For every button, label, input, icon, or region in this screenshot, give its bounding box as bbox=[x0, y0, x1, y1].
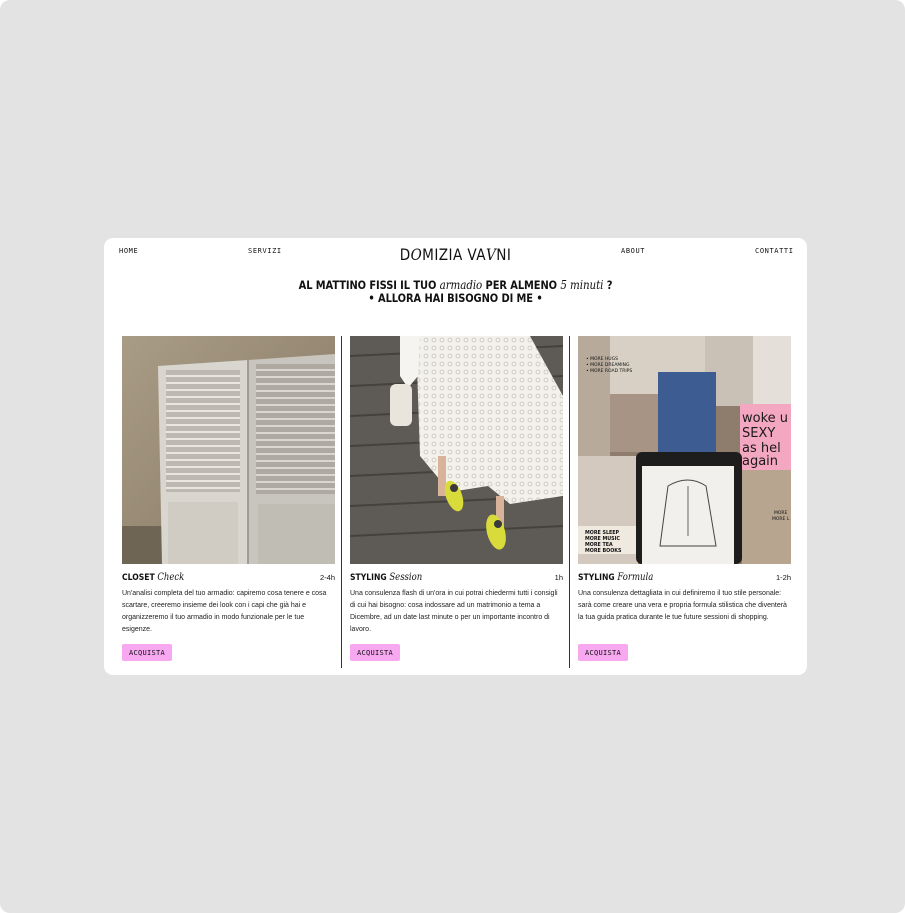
collage-photo: • MORE HUGS • MORE DREAMING • MORE ROAD … bbox=[578, 336, 791, 564]
collage-list-music: MORE MUSIC bbox=[585, 536, 620, 542]
card-description: Un'analisi completa del tuo armadio: cap… bbox=[122, 590, 327, 633]
closet-shutter-image bbox=[122, 336, 335, 564]
collage-side-label-1: MORE bbox=[774, 510, 788, 516]
headline-line-2: • ALLORA HAI BISOGNO DI ME • bbox=[368, 291, 543, 305]
headline-text-e: ? bbox=[603, 278, 613, 292]
logo-text-5: NI bbox=[496, 245, 512, 264]
duration-label: 1-2h bbox=[775, 573, 791, 582]
collage-list-books: MORE BOOKS bbox=[585, 548, 622, 554]
page-background: HOME SERVIZI ABOUT CONTATTI DOMIZIA VAVN… bbox=[0, 0, 905, 913]
headline-text-a: AL MATTINO FISSI IL TUO bbox=[298, 278, 440, 292]
headline-text-c: PER ALMENO bbox=[482, 278, 561, 292]
logo-text-4: V bbox=[486, 245, 497, 264]
page-headline: AL MATTINO FISSI IL TUO armadio PER ALME… bbox=[104, 279, 807, 305]
collage-label-hugs: • MORE HUGS bbox=[586, 356, 618, 362]
column-divider bbox=[569, 336, 570, 668]
nav-contacts-link[interactable]: CONTATTI bbox=[755, 247, 794, 255]
headline-script-minuti: 5 minuti bbox=[560, 278, 604, 292]
website-preview-card: HOME SERVIZI ABOUT CONTATTI DOMIZIA VAVN… bbox=[104, 238, 807, 675]
card-description: Una consulenza dettagliata in cui defini… bbox=[578, 590, 787, 621]
lace-dress-image bbox=[350, 336, 563, 564]
buy-button[interactable]: ACQUISTA bbox=[578, 644, 628, 661]
column-divider bbox=[341, 336, 342, 668]
card-title-bold: STYLING bbox=[350, 573, 390, 583]
duration-label: 2-4h bbox=[319, 573, 335, 582]
card-title-row: STYLING Session 1h bbox=[350, 572, 563, 584]
collage-poster-line-4: again bbox=[742, 454, 778, 469]
card-title-script: Session bbox=[389, 572, 423, 583]
closet-photo bbox=[122, 336, 335, 564]
card-title-script: Check bbox=[157, 572, 185, 583]
card-title: STYLING Formula bbox=[578, 572, 653, 583]
collage-list-sleep: MORE SLEEP bbox=[585, 530, 620, 536]
collage-poster-line-2: SEXY bbox=[742, 426, 775, 441]
collage-list-tea: MORE TEA bbox=[585, 542, 613, 548]
moodboard-collage-image: • MORE HUGS • MORE DREAMING • MORE ROAD … bbox=[578, 336, 791, 564]
buy-button[interactable]: ACQUISTA bbox=[122, 644, 172, 661]
card-title-bold: STYLING bbox=[578, 573, 618, 583]
nav-home-link[interactable]: HOME bbox=[119, 247, 138, 255]
buy-button[interactable]: ACQUISTA bbox=[350, 644, 400, 661]
logo-text-2: O bbox=[410, 245, 423, 264]
collage-label-road-trips: • MORE ROAD TRIPS bbox=[586, 368, 632, 374]
lace-dress-photo bbox=[350, 336, 563, 564]
card-title-row: CLOSET Check 2-4h bbox=[122, 572, 335, 584]
brand-logo[interactable]: DOMIZIA VAVNI bbox=[157, 245, 755, 264]
collage-poster-line-1: woke u bbox=[742, 411, 788, 426]
card-title-script: Formula bbox=[617, 572, 654, 583]
card-title: STYLING Session bbox=[350, 572, 422, 583]
collage-side-label-2: MORE L bbox=[772, 516, 790, 522]
card-title: CLOSET Check bbox=[122, 572, 184, 583]
collage-label-dreaming: • MORE DREAMING bbox=[586, 362, 630, 368]
logo-text-3: MIZIA VA bbox=[422, 245, 487, 264]
logo-text-1: D bbox=[399, 245, 411, 264]
headline-script-armadio: armadio bbox=[439, 278, 483, 292]
card-title-row: STYLING Formula 1-2h bbox=[578, 572, 791, 584]
card-description: Una consulenza flash di un'ora in cui po… bbox=[350, 590, 558, 633]
card-title-bold: CLOSET bbox=[122, 573, 158, 583]
duration-label: 1h bbox=[554, 573, 563, 582]
